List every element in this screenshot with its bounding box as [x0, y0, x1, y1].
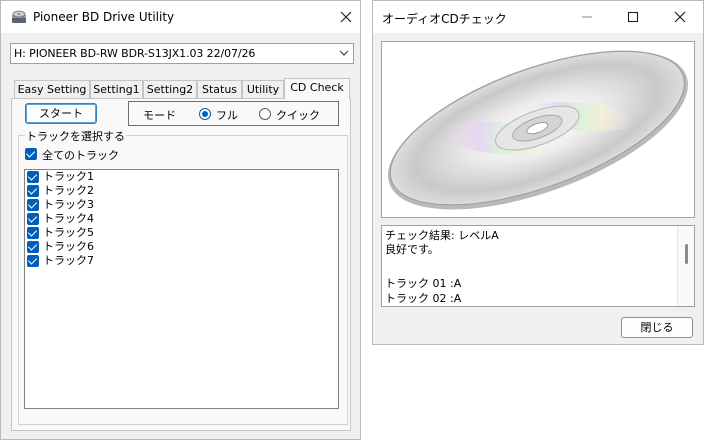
close-button[interactable] [323, 1, 369, 33]
all-tracks-checkbox[interactable] [25, 148, 37, 160]
track-checkbox[interactable] [27, 241, 39, 253]
close-dialog-button[interactable]: 閉じる [621, 317, 693, 338]
close-button[interactable] [657, 1, 703, 33]
tab-label: Setting2 [146, 83, 194, 96]
close-icon [340, 11, 352, 23]
list-item[interactable]: トラック1 [27, 170, 227, 184]
track-checkbox[interactable] [27, 227, 39, 239]
tab-setting1[interactable]: Setting1 [90, 80, 143, 98]
title-bar[interactable]: オーディオCDチェック [373, 1, 703, 33]
title-bar[interactable]: Pioneer BD Drive Utility [1, 1, 360, 33]
drive-utility-window: Pioneer BD Drive Utility H: PIONEER BD-R… [0, 0, 361, 440]
chevron-down-icon [339, 50, 349, 56]
track-checkbox[interactable] [27, 171, 39, 183]
result-line: 良好です。 [385, 243, 439, 256]
list-item[interactable]: トラック7 [27, 254, 227, 268]
tab-setting2[interactable]: Setting2 [143, 80, 197, 98]
track-label: トラック6 [43, 240, 94, 253]
track-label: トラック5 [43, 226, 94, 239]
start-button[interactable]: スタート [25, 103, 97, 124]
scrollbar-thumb[interactable] [685, 244, 688, 264]
window-title: オーディオCDチェック [382, 12, 507, 26]
track-label: トラック7 [43, 254, 94, 267]
track-checkbox[interactable] [27, 185, 39, 197]
maximize-icon [627, 11, 639, 23]
mode-full-radio[interactable] [199, 108, 211, 120]
track-checkbox[interactable] [27, 213, 39, 225]
audio-cd-check-window: オーディオCDチェック チェック結果: レベルA 良好です。 トラック 01:… [372, 0, 704, 345]
track-checkbox[interactable] [27, 199, 39, 211]
vertical-scrollbar[interactable] [677, 226, 694, 306]
mode-quick-radio[interactable] [259, 108, 271, 120]
tab-cd-check[interactable]: CD Check [284, 78, 350, 99]
result-line: トラック 01 :A [385, 277, 462, 290]
minimize-icon [582, 16, 592, 18]
result-line: トラック 02 :A [385, 292, 462, 305]
list-item[interactable]: トラック4 [27, 212, 227, 226]
track-label: トラック4 [43, 212, 94, 225]
close-icon [674, 11, 686, 23]
mode-full-label[interactable]: フル [216, 107, 238, 123]
mode-quick-label[interactable]: クイック [276, 107, 320, 123]
window-title: Pioneer BD Drive Utility [33, 10, 175, 24]
tab-utility[interactable]: Utility [242, 80, 284, 98]
tab-label: Status [201, 83, 238, 96]
list-item[interactable]: トラック6 [27, 240, 227, 254]
list-item[interactable]: トラック5 [27, 226, 227, 240]
disc-image-frame [381, 41, 695, 218]
track-checkbox[interactable] [27, 255, 39, 267]
tab-easy-setting[interactable]: Easy Setting [14, 80, 90, 98]
tab-label: Setting1 [93, 83, 140, 96]
minimize-button[interactable] [564, 1, 610, 33]
maximize-button[interactable] [610, 1, 656, 33]
track-label: トラック2 [43, 184, 94, 197]
cd-disc-image [388, 50, 688, 210]
tab-label: Utility [246, 83, 280, 96]
tab-label: Easy Setting [17, 83, 87, 96]
track-label: トラック1 [43, 170, 94, 183]
drive-select-value: H: PIONEER BD-RW BDR-S13JX1.03 22/07/26 [14, 47, 256, 60]
group-title: トラックを選択する [25, 128, 126, 144]
app-icon [11, 9, 27, 25]
drive-select[interactable]: H: PIONEER BD-RW BDR-S13JX1.03 22/07/26 [10, 43, 354, 64]
all-tracks-label[interactable]: 全てのトラック [42, 147, 119, 163]
mode-group: モード フル クイック [128, 101, 339, 126]
track-list[interactable]: トラック1 トラック2 トラック3 トラック4 トラック5 トラック6 トラック… [24, 169, 339, 409]
tab-label: CD Check [290, 81, 344, 94]
track-label: トラック3 [43, 198, 94, 211]
result-line: チェック結果: レベルA [385, 229, 499, 242]
list-item[interactable]: トラック3 [27, 198, 227, 212]
tab-status[interactable]: Status [197, 80, 242, 98]
list-item[interactable]: トラック2 [27, 184, 227, 198]
check-result-text[interactable]: チェック結果: レベルA 良好です。 トラック 01 :A トラック 02 :A [381, 225, 695, 307]
mode-label: モード [143, 109, 176, 122]
